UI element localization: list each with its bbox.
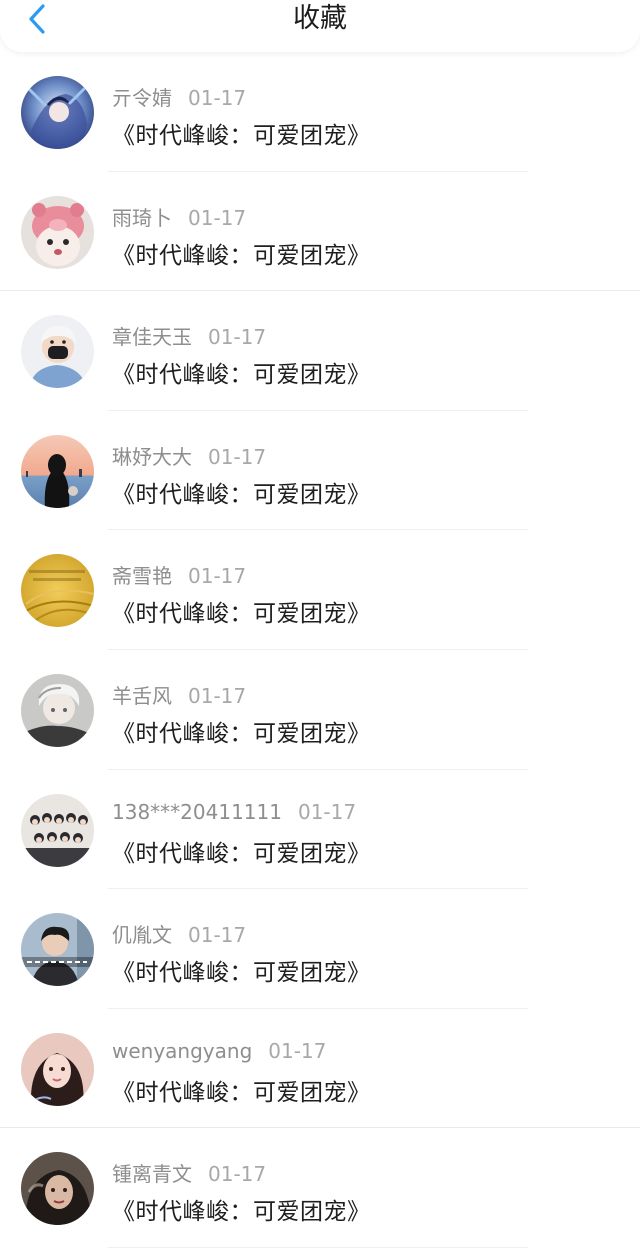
item-title[interactable]: 《时代峰峻：可爱团宠》 (112, 116, 371, 150)
date: 01-17 (188, 86, 247, 110)
list-item[interactable]: 138***20411111 01-17 《时代峰峻：可爱团宠》 (0, 770, 640, 890)
list-item[interactable]: 琳妤大大 01-17 《时代峰峻：可爱团宠》 (0, 411, 640, 531)
favorites-list: 亓令婧 01-17 《时代峰峻：可爱团宠》 雨琦卜 01-17 《时代峰峻：可爱团宠… (0, 52, 640, 1248)
item-title[interactable]: 《时代峰峻：可爱团宠》 (112, 714, 371, 748)
item-title[interactable]: 《时代峰峻：可爱团宠》 (112, 236, 371, 270)
item-meta: 138***20411111 01-17 (112, 800, 356, 824)
group-photo-avatar (21, 793, 94, 867)
date: 01-17 (208, 444, 267, 469)
item-meta: 雨琦卜 01-17 (112, 202, 246, 231)
sunset-girl-avatar (21, 434, 94, 508)
item-meta: 斋雪艳 01-17 (112, 560, 246, 589)
pink-plush-avatar (21, 195, 94, 269)
dark-portrait-avatar (21, 1152, 94, 1226)
item-meta: 锺离青文 01-17 (112, 1158, 266, 1187)
date: 01-17 (297, 799, 357, 824)
item-title[interactable]: 《时代峰峻：可爱团宠》 (112, 355, 371, 389)
date: 01-17 (208, 1162, 267, 1187)
date: 01-17 (188, 205, 247, 230)
username[interactable]: 雨琦卜 (112, 206, 172, 230)
list-item[interactable]: 章佳天玉 01-17 《时代峰峻：可爱团宠》 (0, 291, 640, 411)
anime-blue-avatar (21, 76, 94, 149)
username[interactable]: 锺离青文 (112, 1162, 192, 1186)
anime-white-hair-avatar (21, 673, 94, 747)
list-item[interactable]: 仉胤文 01-17 《时代峰峻：可爱团宠》 (0, 889, 640, 1009)
list-item[interactable]: 羊舌风 01-17 《时代峰峻：可爱团宠》 (0, 650, 640, 770)
item-meta: wenyangyang 01-17 (112, 1039, 326, 1063)
item-title[interactable]: 《时代峰峻：可爱团宠》 (112, 594, 371, 628)
item-meta: 仉胤文 01-17 (112, 919, 246, 948)
item-meta: 亓令婧 01-17 (112, 82, 246, 111)
girl-hello-avatar (21, 1032, 94, 1106)
username[interactable]: 斋雪艳 (112, 564, 172, 588)
username[interactable]: 138***20411111 (112, 800, 282, 824)
item-title[interactable]: 《时代峰峻：可爱团宠》 (112, 1192, 371, 1226)
item-title[interactable]: 《时代峰峻：可爱团宠》 (112, 834, 371, 868)
list-item[interactable]: wenyangyang 01-17 《时代峰峻：可爱团宠》 (0, 1009, 640, 1129)
username[interactable]: 琳妤大大 (112, 445, 192, 469)
item-title[interactable]: 《时代峰峻：可爱团宠》 (112, 953, 371, 987)
date: 01-17 (188, 564, 247, 589)
username[interactable]: wenyangyang (112, 1039, 252, 1063)
divider (108, 1246, 528, 1248)
list-item[interactable]: 亓令婧 01-17 《时代峰峻：可爱团宠》 (0, 52, 640, 172)
date: 01-17 (188, 683, 247, 708)
wheat-field-avatar (21, 554, 94, 628)
username[interactable]: 羊舌风 (112, 684, 172, 708)
username[interactable]: 章佳天玉 (112, 325, 192, 349)
date: 01-17 (208, 325, 267, 350)
item-meta: 羊舌风 01-17 (112, 680, 246, 709)
username[interactable]: 亓令婧 (112, 86, 172, 110)
top-bar: 收藏 (0, 0, 640, 52)
boy-caption-avatar (21, 913, 94, 987)
page-title: 收藏 (293, 3, 347, 34)
masked-boy-avatar (21, 315, 94, 389)
username[interactable]: 仉胤文 (112, 923, 172, 947)
item-title[interactable]: 《时代峰峻：可爱团宠》 (112, 475, 371, 509)
list-item[interactable]: 雨琦卜 01-17 《时代峰峻：可爱团宠》 (0, 172, 640, 292)
date: 01-17 (268, 1038, 327, 1063)
list-item[interactable]: 锺离青文 01-17 《时代峰峻：可爱团宠》 (0, 1128, 640, 1248)
date: 01-17 (188, 923, 247, 948)
item-meta: 琳妤大大 01-17 (112, 441, 266, 470)
item-meta: 章佳天玉 01-17 (112, 321, 266, 350)
item-title[interactable]: 《时代峰峻：可爱团宠》 (112, 1073, 371, 1107)
list-item[interactable]: 斋雪艳 01-17 《时代峰峻：可爱团宠》 (0, 530, 640, 650)
